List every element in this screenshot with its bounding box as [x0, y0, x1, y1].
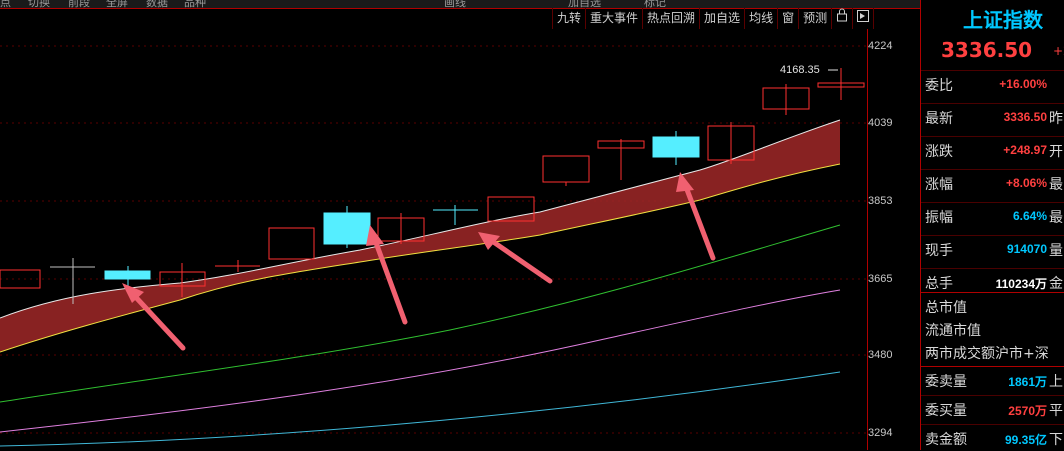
quote-row: 委比 +16.00% — [921, 70, 1064, 97]
quote-value: +248.97 — [1003, 143, 1047, 157]
window-button[interactable]: 窗 — [778, 8, 800, 29]
lock-icon[interactable] — [832, 8, 854, 29]
quote-label: 委卖量 — [925, 374, 967, 390]
quote-value: 1861万 — [1008, 375, 1047, 389]
index-price: 3336.50 — [941, 38, 1033, 62]
quote-label: 涨幅 — [925, 177, 953, 193]
quote-row: 委卖量 1861万 上 — [921, 366, 1064, 393]
kline-chart[interactable]: 4168.35 — [0, 0, 920, 450]
price-axis-label: 4224 — [868, 40, 893, 52]
quote-row: 涨幅 +8.06% 最 — [921, 169, 1064, 196]
section-divider — [921, 292, 1064, 293]
quote-value: +8.06% — [1005, 176, 1047, 190]
quote-label: 卖金额 — [925, 432, 967, 448]
expand-panel-icon[interactable] — [853, 8, 875, 29]
price-axis-label: 3665 — [868, 273, 893, 285]
forecast-button[interactable]: 预测 — [799, 8, 833, 29]
nine-turn-button[interactable]: 九转 — [553, 8, 587, 29]
quote-panel: 上证指数 3336.50 +2 委比 +16.00% 最新 3336.50 昨 … — [920, 0, 1064, 450]
quote-suffix: 下 — [1049, 432, 1063, 448]
add-watchlist-button[interactable]: 加自选 — [700, 8, 746, 29]
quote-value: 99.35亿 — [1004, 433, 1047, 447]
price-axis-label: 3294 — [868, 427, 893, 439]
quote-value: 6.64% — [1012, 209, 1047, 223]
price-axis-label: 4039 — [868, 117, 893, 129]
quote-label: 委比 — [925, 78, 953, 94]
quote-label: 委买量 — [925, 403, 967, 419]
quote-suffix: 金 — [1049, 276, 1063, 292]
annotation-label: 4168.35 — [780, 64, 820, 76]
quote-value: 914070 — [1006, 242, 1047, 256]
quote-label: 现手 — [925, 243, 953, 259]
candle-up — [542, 155, 590, 183]
total-market-value-label: 总市值 — [925, 300, 967, 316]
two-market-turnover-label: 两市成交额沪市+深 — [925, 346, 1049, 362]
price-axis-label: 3480 — [868, 349, 893, 361]
quote-label: 最新 — [925, 111, 953, 127]
moving-average-button[interactable]: 均线 — [745, 8, 779, 29]
quote-row: 涨跌 +248.97 开 — [921, 136, 1064, 163]
quote-suffix: 最 — [1049, 210, 1063, 226]
quote-label: 振幅 — [925, 210, 953, 226]
quote-value: 2570万 — [1008, 404, 1047, 418]
candle-up — [268, 227, 315, 260]
kline-svg[interactable]: 4168.35 — [0, 0, 920, 450]
quote-suffix: 上 — [1049, 374, 1063, 390]
quote-label: 总手 — [925, 276, 953, 292]
quote-value: 110234万 — [995, 277, 1047, 291]
quote-row: 最新 3336.50 昨 — [921, 103, 1064, 130]
major-events-button[interactable]: 重大事件 — [586, 8, 644, 29]
ma-band-fill — [0, 120, 840, 352]
quote-suffix: 平 — [1049, 403, 1063, 419]
hot-trace-button[interactable]: 热点回溯 — [643, 8, 701, 29]
price-axis-label: 3853 — [868, 195, 893, 207]
quote-value: +16.00% — [999, 77, 1047, 91]
quote-suffix: 昨 — [1049, 111, 1063, 127]
index-change-top: +2 — [1053, 44, 1064, 58]
float-market-value-label: 流通市值 — [925, 323, 981, 339]
quote-row: 总手 110234万 金 — [921, 268, 1064, 295]
quote-suffix: 最 — [1049, 177, 1063, 193]
quote-label: 涨跌 — [925, 144, 953, 160]
index-title: 上证指数 — [963, 8, 1043, 32]
annotation-arrow — [489, 238, 553, 284]
quote-suffix: 量 — [1049, 243, 1063, 259]
quote-suffix: 开 — [1049, 144, 1063, 160]
quote-row: 现手 914070 量 — [921, 235, 1064, 262]
quote-row: 委买量 2570万 平 — [921, 395, 1064, 422]
price-axis — [867, 29, 921, 450]
quote-value: 3336.50 — [1003, 110, 1047, 124]
quote-row: 振幅 6.64% 最 — [921, 202, 1064, 229]
chart-toolbar: 九转 重大事件 热点回溯 加自选 均线 窗 预测 — [552, 8, 875, 29]
quote-row: 卖金额 99.35亿 下 — [921, 424, 1064, 451]
